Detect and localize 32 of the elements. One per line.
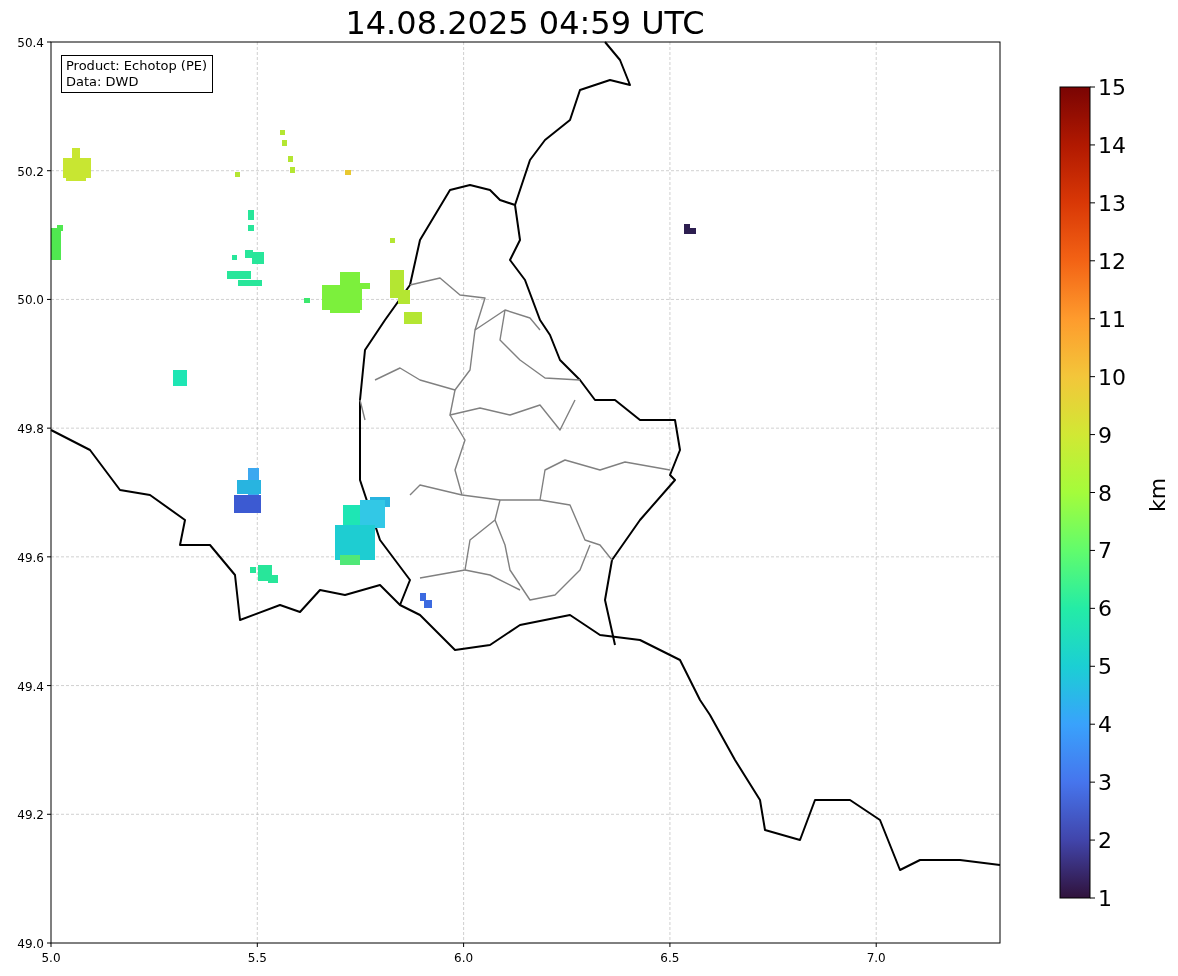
- y-tick-label: 50.2: [17, 164, 44, 179]
- colorbar-tick-label: 1: [1098, 886, 1112, 911]
- y-tick-label: 49.6: [17, 550, 44, 565]
- info-text: Data: DWD: [66, 74, 140, 90]
- chart-title: 14.08.2025 04:59 UTC: [345, 4, 705, 42]
- colorbar-tick-label: 7: [1098, 538, 1112, 564]
- y-tick-label: 49.4: [17, 679, 44, 694]
- colorbar-tick-label: 6: [1098, 596, 1112, 622]
- info-text: Product: Echotop (PE): [66, 58, 208, 74]
- colorbar-label: km: [1145, 477, 1170, 513]
- y-tick-label: 49.2: [17, 808, 44, 823]
- colorbar-tick-label: 14: [1098, 132, 1126, 158]
- colorbar-tick-label: 15: [1098, 75, 1126, 100]
- y-tick-label: 49.8: [17, 422, 44, 437]
- x-tick-label: 6.0: [454, 951, 474, 965]
- colorbar-tick-label: 10: [1098, 364, 1126, 390]
- colorbar-tick-label: 8: [1098, 480, 1112, 506]
- colorbar-tick-label: 2: [1098, 828, 1112, 854]
- y-tick-label: 50.0: [17, 293, 44, 308]
- colorbar-tick-label: 12: [1098, 248, 1126, 274]
- colorbar-tick-label: 13: [1098, 190, 1126, 216]
- x-tick-label: 6.5: [660, 951, 680, 965]
- colorbar-tick-label: 11: [1098, 306, 1126, 332]
- y-tick-label: 49.0: [17, 937, 44, 951]
- y-tick-label: 50.4: [17, 36, 44, 50]
- x-tick-label: 5.0: [41, 951, 61, 965]
- colorbar-tick-label: 4: [1098, 712, 1112, 738]
- colorbar-tick-label: 5: [1098, 654, 1112, 680]
- colorbar-tick-label: 3: [1098, 770, 1112, 796]
- colorbar-tick-label: 9: [1098, 422, 1112, 448]
- x-tick-label: 7.0: [866, 951, 886, 965]
- x-tick-label: 5.5: [247, 951, 267, 965]
